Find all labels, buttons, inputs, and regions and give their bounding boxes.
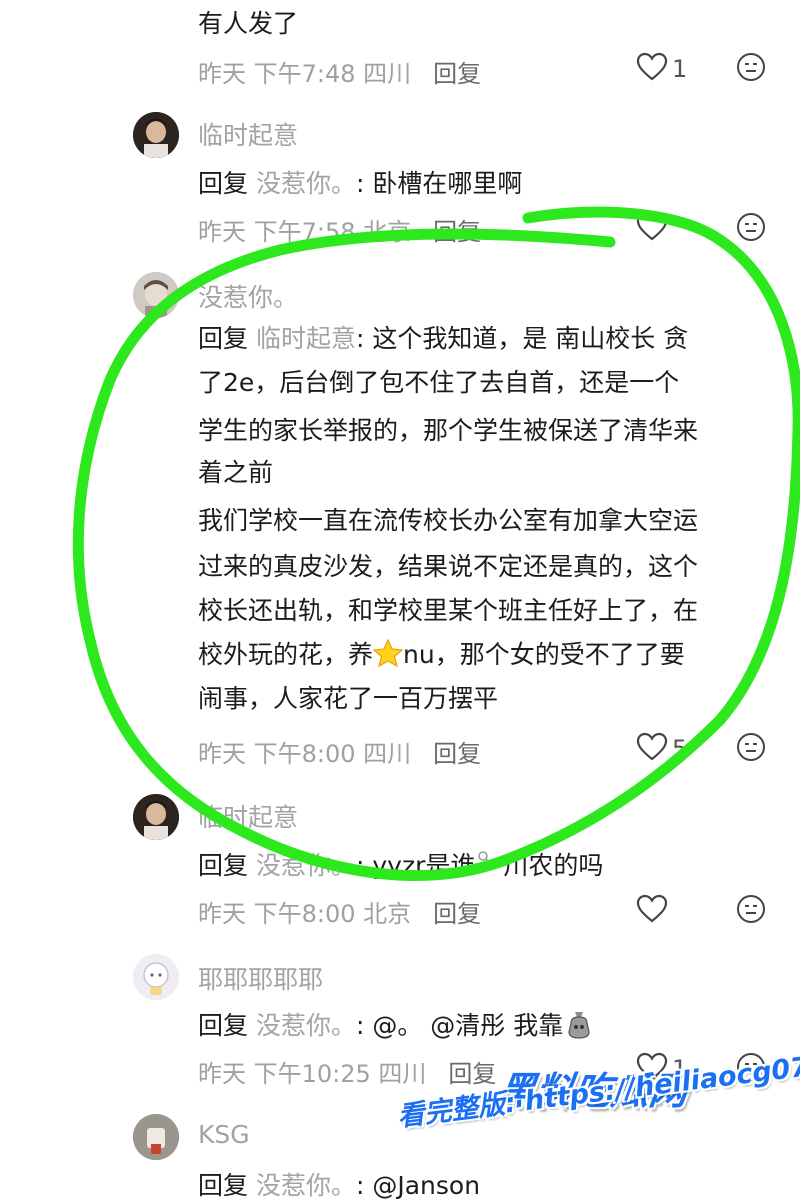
comment-text: 回复 没惹你。: 卧槽在哪里啊 bbox=[198, 169, 523, 198]
money-bag-emoji bbox=[568, 1012, 590, 1039]
avatar[interactable] bbox=[133, 112, 179, 158]
comment-text: 回复 没惹你。: @。 @清彤 我靠 bbox=[198, 1006, 595, 1042]
avatar[interactable] bbox=[133, 954, 179, 1000]
like-count: 5 bbox=[672, 735, 688, 763]
emoji-face-icon[interactable] bbox=[736, 52, 766, 82]
avatar[interactable] bbox=[133, 1114, 179, 1160]
heart-icon[interactable] bbox=[636, 894, 668, 924]
comment-date: 昨天 下午8:00 北京 bbox=[198, 900, 412, 928]
comment-date: 昨天 下午8:00 四川 bbox=[198, 740, 412, 768]
comment-text-line: 着之前 bbox=[198, 458, 274, 487]
emoji-face-icon[interactable] bbox=[736, 894, 766, 924]
heart-icon[interactable] bbox=[636, 212, 668, 242]
comment-text-line: 学生的家长举报的，那个学生被保送了清华来 bbox=[198, 416, 699, 445]
comment-text: 回复 没惹你。: @Janson bbox=[198, 1171, 481, 1200]
comment-text-line: 我们学校一直在流传校长办公室有加拿大空运 bbox=[198, 506, 699, 535]
reply-button[interactable]: 回复 bbox=[433, 60, 481, 88]
reply-button[interactable]: 回复 bbox=[433, 740, 481, 768]
heart-icon[interactable] bbox=[636, 732, 668, 762]
reply-target[interactable]: 没惹你。 bbox=[256, 169, 356, 198]
avatar[interactable] bbox=[133, 272, 179, 318]
heart-icon[interactable] bbox=[636, 52, 668, 82]
comment-text-line: 闹事，人家花了一百万摆平 bbox=[198, 684, 499, 713]
comment-text: 有人发了 bbox=[198, 9, 299, 38]
like-count: 1 bbox=[672, 55, 688, 83]
comment-meta: 昨天 下午7:58 北京 回复 bbox=[198, 212, 481, 247]
emoji-face-icon[interactable] bbox=[736, 212, 766, 242]
reply-target[interactable]: 临时起意 bbox=[256, 324, 356, 353]
username[interactable]: 临时起意 bbox=[198, 116, 298, 152]
comment-text: 回复 没惹你。: yyzr是谁 川农的吗 bbox=[198, 850, 604, 880]
username[interactable]: 临时起意 bbox=[198, 798, 298, 834]
comment-text-line: 了2e，后台倒了包不住了去自首，还是一个 bbox=[198, 368, 680, 397]
reply-button[interactable]: 回复 bbox=[433, 218, 481, 246]
username[interactable]: KSG bbox=[198, 1120, 250, 1149]
avatar[interactable] bbox=[133, 794, 179, 840]
reply-button[interactable]: 回复 bbox=[433, 900, 481, 928]
star-emoji bbox=[373, 639, 404, 667]
comment-meta: 昨天 下午8:00 四川 回复 bbox=[198, 734, 481, 769]
emoji-face-icon[interactable] bbox=[736, 732, 766, 762]
username[interactable]: 耶耶耶耶耶 bbox=[198, 960, 323, 996]
reply-target[interactable]: 没惹你。 bbox=[256, 1171, 356, 1200]
comment-text-line: 回复 临时起意: 这个我知道，是 南山校长 贪 bbox=[198, 324, 689, 353]
comment-date: 昨天 下午10:25 四川 bbox=[198, 1060, 427, 1088]
username[interactable]: 没惹你。 bbox=[198, 278, 298, 314]
comment-date: 昨天 下午7:58 北京 bbox=[198, 218, 412, 246]
comment-text-line: 校外玩的花，养 nu，那个女的受不了了要 bbox=[198, 639, 685, 669]
comment-meta: 昨天 下午10:25 四川 回复 bbox=[198, 1054, 496, 1089]
comment-text-line: 过来的真皮沙发，结果说不定还是真的，这个 bbox=[198, 552, 699, 581]
comment-meta: 昨天 下午7:48 四川 回复 bbox=[198, 54, 481, 89]
reply-target[interactable]: 没惹你。 bbox=[256, 851, 356, 880]
reply-target[interactable]: 没惹你。 bbox=[256, 1011, 356, 1040]
comment-meta: 昨天 下午8:00 北京 回复 bbox=[198, 894, 481, 929]
comment-text-line: 校长还出轨，和学校里某个班主任好上了，在 bbox=[198, 596, 699, 625]
search-icon[interactable] bbox=[477, 850, 491, 864]
comment-date: 昨天 下午7:48 四川 bbox=[198, 60, 412, 88]
